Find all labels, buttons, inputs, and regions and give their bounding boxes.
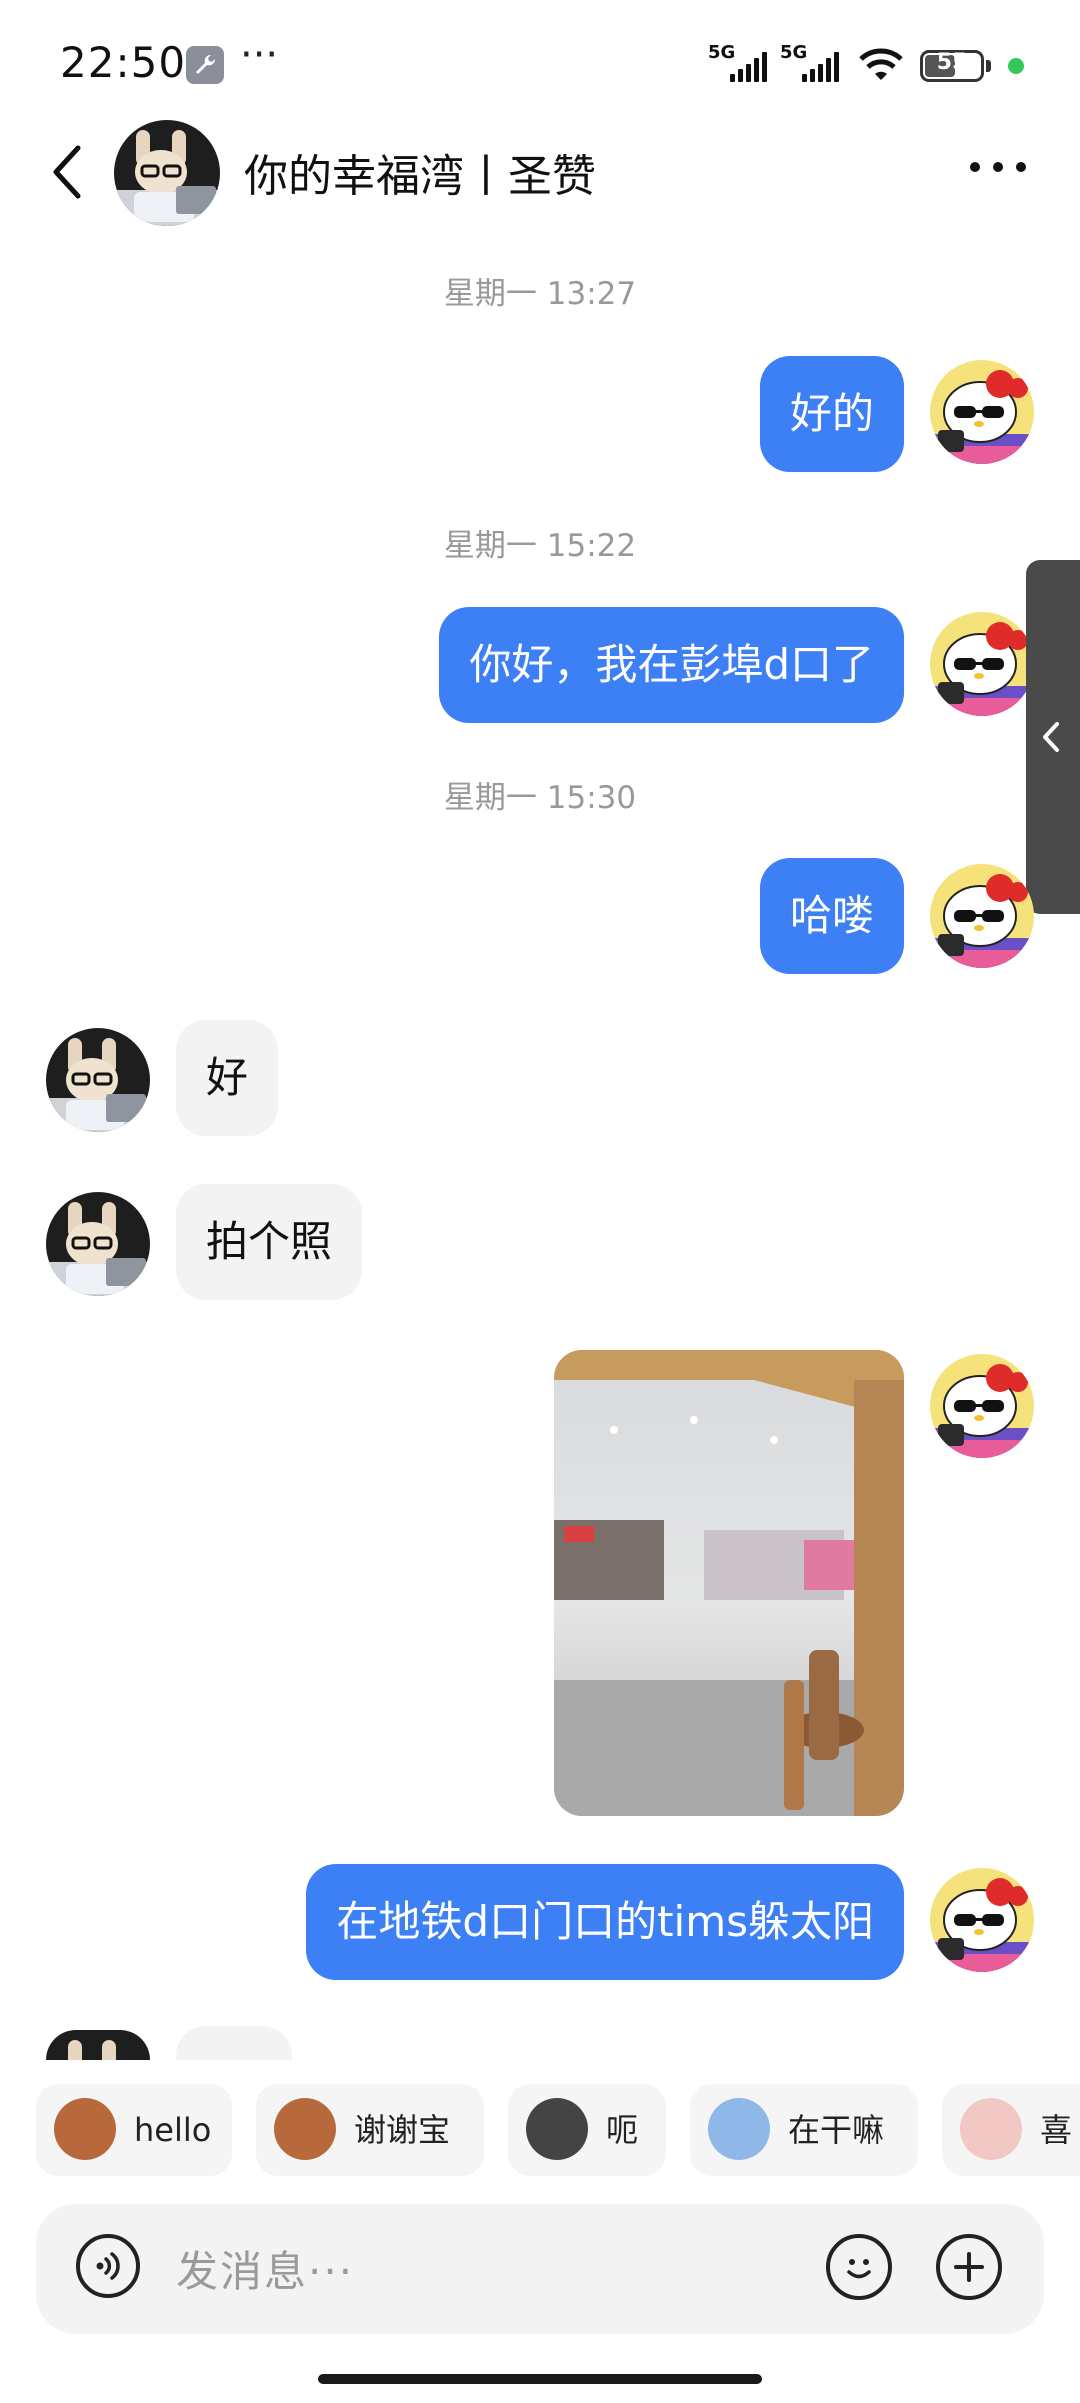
- battery-tip: [986, 60, 991, 72]
- status-time: 22:50: [60, 38, 187, 87]
- my-avatar[interactable]: [930, 612, 1034, 716]
- quick-reply-chip[interactable]: 呃: [508, 2084, 666, 2176]
- incoming-message-partial[interactable]: [176, 2026, 292, 2060]
- quick-reply-chip[interactable]: hello: [36, 2084, 232, 2176]
- outgoing-message[interactable]: 哈喽: [759, 858, 904, 974]
- contact-avatar[interactable]: [46, 1028, 150, 1132]
- outgoing-message[interactable]: 你好，我在彭埠d口了: [439, 607, 904, 723]
- incoming-message[interactable]: 拍个照: [176, 1184, 363, 1300]
- quick-reply-label: 呃: [606, 2111, 639, 2149]
- side-panel-toggle[interactable]: [1026, 560, 1080, 914]
- quick-reply-label: 谢谢宝: [354, 2111, 451, 2149]
- battery-icon: 55: [920, 50, 984, 82]
- more-horizontal-icon[interactable]: [968, 148, 1028, 188]
- message-timestamp: 星期一 13:27: [443, 276, 637, 312]
- outgoing-message[interactable]: 在地铁d口门口的tims躲太阳: [306, 1864, 904, 1980]
- my-avatar[interactable]: [930, 1868, 1034, 1972]
- quick-reply-label: 喜: [1040, 2111, 1073, 2149]
- voice-icon[interactable]: [76, 2234, 140, 2298]
- status-more-icon: ···: [240, 32, 279, 78]
- outgoing-message[interactable]: 好的: [759, 356, 904, 472]
- plus-icon[interactable]: [936, 2234, 1002, 2300]
- quick-reply-chip[interactable]: 在干嘛: [690, 2084, 918, 2176]
- quick-reply-chip[interactable]: 喜: [942, 2084, 1080, 2176]
- chevron-left-icon[interactable]: [48, 144, 88, 200]
- quick-reply-chip[interactable]: 谢谢宝: [256, 2084, 484, 2176]
- my-avatar[interactable]: [930, 360, 1034, 464]
- signal-5g-icon: 5G: [708, 42, 776, 82]
- monkey-sticker-icon: [54, 2098, 116, 2160]
- photo-message[interactable]: [554, 1350, 904, 1816]
- message-timestamp: 星期一 15:22: [443, 528, 637, 564]
- wrench-icon: [186, 46, 224, 84]
- my-avatar[interactable]: [930, 1354, 1034, 1458]
- my-avatar[interactable]: [930, 864, 1034, 968]
- quick-reply-label: hello: [134, 2111, 212, 2149]
- message-input[interactable]: 发消息···: [176, 2238, 354, 2299]
- chevron-left-icon: [1043, 722, 1059, 752]
- emoji-icon[interactable]: [826, 2234, 892, 2300]
- message-timestamp: 星期一 15:30: [443, 780, 637, 816]
- incoming-message[interactable]: 好: [176, 1020, 279, 1136]
- monkey-rose-sticker-icon: [274, 2098, 336, 2160]
- contact-avatar[interactable]: [46, 1192, 150, 1296]
- contact-avatar[interactable]: [114, 120, 220, 226]
- message-input-bar: 发消息···: [36, 2204, 1044, 2334]
- home-indicator[interactable]: [318, 2374, 762, 2384]
- signal-5g-icon: 5G: [780, 42, 848, 82]
- quick-reply-bar: hello 谢谢宝 呃 在干嘛 喜: [0, 2084, 1080, 2176]
- battery-percent: 55: [936, 50, 968, 75]
- chat-title[interactable]: 你的幸福湾丨圣赞: [244, 140, 596, 204]
- privacy-indicator-dot: [1008, 58, 1024, 74]
- cat-sticker-icon: [526, 2098, 588, 2160]
- contact-avatar[interactable]: [46, 2030, 150, 2060]
- pig-sticker-icon: [960, 2098, 1022, 2160]
- wifi-icon: [859, 48, 903, 80]
- character-sticker-icon: [708, 2098, 770, 2160]
- quick-reply-label: 在干嘛: [788, 2111, 885, 2149]
